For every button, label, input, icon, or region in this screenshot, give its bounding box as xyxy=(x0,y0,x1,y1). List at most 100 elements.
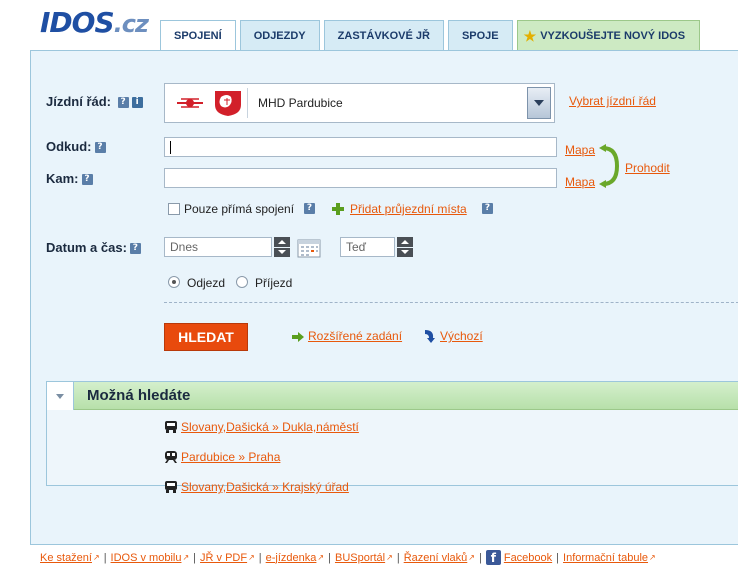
tab-spojeni[interactable]: SPOJENÍ xyxy=(160,20,236,52)
logo-main: IDOS xyxy=(40,6,115,39)
timetable-select[interactable]: MHD Pardubice xyxy=(164,83,555,123)
logo-suffix: .cz xyxy=(113,10,149,38)
odjezd-radio[interactable] xyxy=(168,276,180,288)
help-icon[interactable]: ? xyxy=(81,174,93,185)
main-tabs: SPOJENÍ ODJEZDY ZASTÁVKOVÉ JŘ SPOJE ★ VY… xyxy=(160,20,704,52)
select-divider xyxy=(247,88,248,118)
hledat-button[interactable]: HLEDAT xyxy=(164,323,248,351)
swap-arrows-icon[interactable] xyxy=(597,144,621,188)
footer-link-facebook[interactable]: Facebook xyxy=(504,552,552,564)
arrow-up-icon xyxy=(401,239,409,244)
vychozi-link[interactable]: Výchozí xyxy=(440,329,483,343)
footer-separator: | xyxy=(478,551,482,564)
help-icon[interactable]: ? xyxy=(482,203,493,214)
search-panel: Jízdní řád: ? i MHD Pardubice Vybrat jízd… xyxy=(30,50,738,545)
tab-novy-idos-label: VYZKOUŠEJTE NOVÝ IDOS xyxy=(540,30,686,42)
time-up-button[interactable] xyxy=(397,237,413,247)
chevron-down-icon xyxy=(56,393,64,399)
footer-link-idos-v-mobilu[interactable]: IDOS v mobilu xyxy=(111,552,182,564)
external-link-icon: ↗ xyxy=(468,553,475,562)
footer-separator: | xyxy=(103,551,107,564)
footer-separator: | xyxy=(396,551,400,564)
footer-link-busportal[interactable]: BUSportál xyxy=(335,552,385,564)
suggestion-link[interactable]: Slovany,Dašická » Dukla,náměstí xyxy=(181,420,359,434)
rozsirene-zadani-link[interactable]: Rozšířené zadání xyxy=(308,329,402,343)
prijezd-label: Příjezd xyxy=(255,276,293,290)
chevron-down-icon xyxy=(534,100,544,106)
footer-separator: | xyxy=(193,551,197,564)
jizdni-rad-label: Jízdní řád: ? i xyxy=(46,94,143,109)
footer-links: Ke stažení ↗ | IDOS v mobilu ↗ | JŘ v PDF ↗… xyxy=(40,550,656,565)
prohodit-link[interactable]: Prohodit xyxy=(625,161,670,175)
odkud-input[interactable] xyxy=(164,137,557,157)
arrow-up-icon xyxy=(278,239,286,244)
time-stepper[interactable] xyxy=(397,237,413,257)
info-icon[interactable]: i xyxy=(131,97,143,108)
external-link-icon: ↗ xyxy=(182,553,190,562)
star-icon: ★ xyxy=(523,28,537,44)
prijezd-radio[interactable] xyxy=(236,276,248,288)
pardubice-coat-of-arms-icon xyxy=(215,91,241,116)
reset-arrow-icon xyxy=(425,330,435,343)
date-up-button[interactable] xyxy=(274,237,290,247)
footer-link-ke-stazeni[interactable]: Ke stažení xyxy=(40,552,92,564)
mapa-kam-link[interactable]: Mapa xyxy=(565,175,595,189)
help-icon[interactable]: ? xyxy=(117,97,129,108)
bus-icon xyxy=(165,421,177,433)
timetable-logos xyxy=(175,91,241,116)
calendar-icon[interactable] xyxy=(297,238,321,258)
external-link-icon: ↗ xyxy=(92,553,100,562)
list-item[interactable]: Slovany,Dašická » Krajský úřad xyxy=(164,480,349,494)
prime-spojeni-checkbox[interactable] xyxy=(168,203,180,215)
mozna-hledate-header: Možná hledáte xyxy=(47,382,738,410)
plus-icon xyxy=(332,203,344,215)
kam-label: Kam:? xyxy=(46,171,93,186)
date-stepper[interactable] xyxy=(274,237,290,257)
footer-link-informacni-tabule[interactable]: Informační tabule xyxy=(563,552,648,564)
suggestion-link[interactable]: Slovany,Dašická » Krajský úřad xyxy=(181,480,349,494)
arrow-right-icon xyxy=(292,332,304,342)
dpmp-logo-icon xyxy=(175,95,205,111)
timetable-value: MHD Pardubice xyxy=(258,96,343,110)
external-link-icon: ↗ xyxy=(386,553,393,562)
footer-link-razeni-vlaku[interactable]: Řazení vlaků xyxy=(404,552,468,564)
help-icon[interactable]: ? xyxy=(129,243,141,254)
external-link-icon: ↗ xyxy=(248,553,255,562)
footer-link-jr-v-pdf[interactable]: JŘ v PDF xyxy=(200,552,247,564)
tab-spoje[interactable]: SPOJE xyxy=(447,20,513,51)
footer-separator: | xyxy=(258,551,262,564)
mozna-hledate-title: Možná hledáte xyxy=(87,387,191,404)
arrow-down-icon xyxy=(401,250,409,255)
footer-link-e-jizdenka[interactable]: e-jízdenka xyxy=(266,552,317,564)
tab-novy-idos[interactable]: ★ VYZKOUŠEJTE NOVÝ IDOS xyxy=(516,20,701,51)
tab-odjezdy[interactable]: ODJEZDY xyxy=(239,20,320,51)
datum-cas-label: Datum a čas:? xyxy=(46,240,141,255)
time-input[interactable]: Teď xyxy=(340,237,395,257)
suggestion-link[interactable]: Pardubice » Praha xyxy=(181,450,280,464)
list-item[interactable]: Slovany,Dašická » Dukla,náměstí xyxy=(164,420,359,434)
help-icon[interactable]: ? xyxy=(304,203,315,214)
dropdown-button[interactable] xyxy=(527,87,551,119)
kam-input[interactable] xyxy=(164,168,557,188)
idos-logo[interactable]: IDOS.cz xyxy=(40,6,149,39)
pridat-mista-link[interactable]: Přidat průjezdní místa xyxy=(350,202,467,216)
odjezd-label: Odjezd xyxy=(187,276,226,290)
facebook-icon[interactable]: f xyxy=(485,550,501,565)
time-down-button[interactable] xyxy=(397,247,413,257)
external-link-icon: ↗ xyxy=(649,553,656,562)
arrow-down-icon xyxy=(278,250,286,255)
collapse-button[interactable] xyxy=(47,382,74,410)
tab-zastavkove-jr[interactable]: ZASTÁVKOVÉ JŘ xyxy=(323,20,444,51)
train-icon xyxy=(165,451,177,463)
footer-separator: | xyxy=(328,551,331,564)
date-input[interactable]: Dnes xyxy=(164,237,272,257)
mapa-odkud-link[interactable]: Mapa xyxy=(565,143,595,157)
date-down-button[interactable] xyxy=(274,247,290,257)
mozna-hledate-box: Možná hledáte Slovany,Dašická » Dukla,ná… xyxy=(46,381,738,494)
odkud-label: Odkud:? xyxy=(46,139,106,154)
vybrat-jizdni-rad-link[interactable]: Vybrat jízdní řád xyxy=(569,94,656,108)
external-link-icon: ↗ xyxy=(317,553,325,562)
footer-separator: | xyxy=(556,551,560,564)
help-icon[interactable]: ? xyxy=(94,142,106,153)
list-item[interactable]: Pardubice » Praha xyxy=(164,450,280,464)
